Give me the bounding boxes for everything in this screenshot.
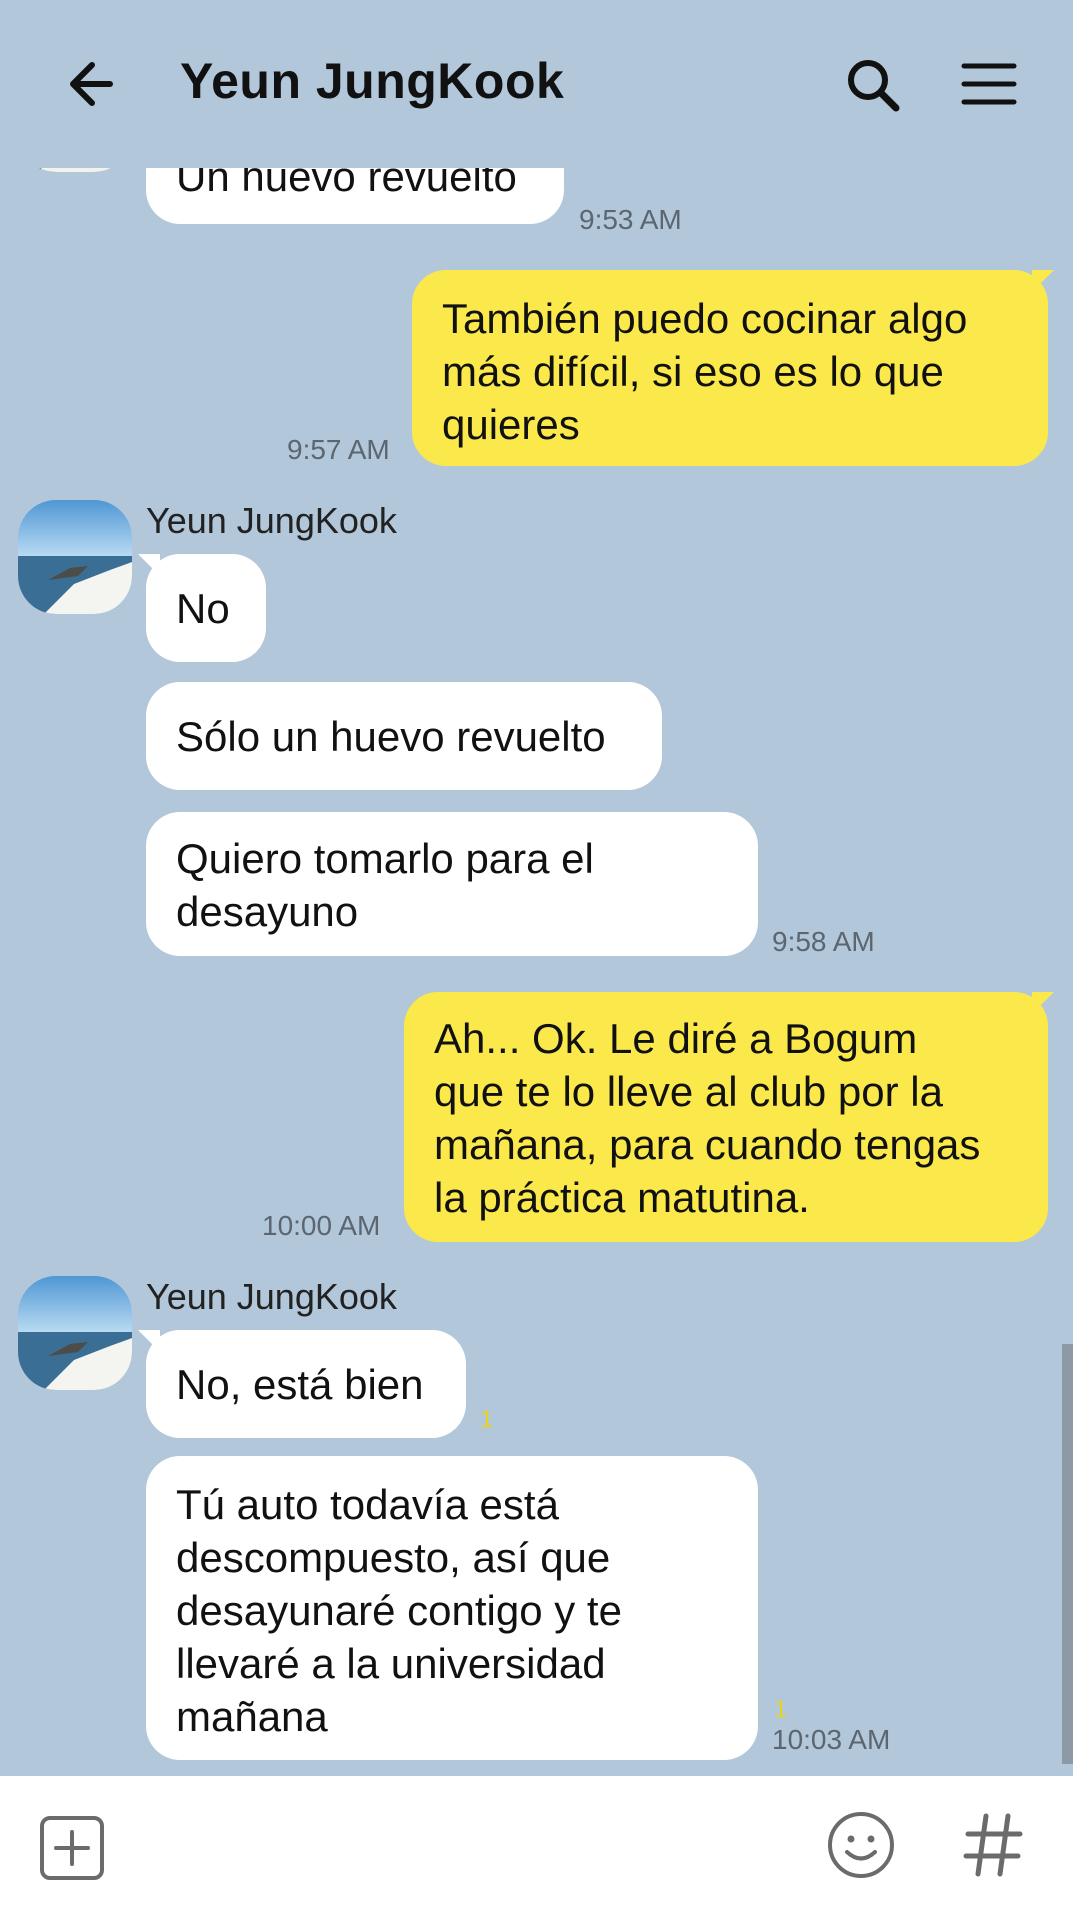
sender-name: Yeun JungKook	[146, 1276, 397, 1317]
message-bubble[interactable]: También puedo cocinar algo más difícil, …	[412, 270, 1048, 466]
unread-count: 1	[774, 1696, 788, 1723]
emoji-icon	[828, 1812, 894, 1878]
message-text: Sólo un huevo revuelto	[176, 713, 606, 760]
message-timestamp: 9:58 AM	[772, 926, 875, 957]
message-bubble[interactable]: Sólo un huevo revuelto	[146, 682, 662, 790]
sender-name: Yeun JungKook	[146, 500, 397, 541]
search-button[interactable]	[836, 48, 916, 128]
emoji-button[interactable]	[824, 1808, 898, 1882]
attach-button[interactable]	[38, 1814, 106, 1882]
message-text: También puedo cocinar algo más difícil, …	[442, 295, 968, 448]
message-text: No	[176, 585, 230, 632]
input-bar	[0, 1776, 1073, 1920]
hashtag-button[interactable]	[962, 1810, 1026, 1880]
hashtag-icon	[963, 1813, 1023, 1877]
message-timestamp: 9:57 AM	[287, 434, 390, 465]
chat-message-list[interactable]: Un huevo revuelto 9:53 AM También puedo …	[0, 150, 1073, 1776]
message-timestamp: 9:53 AM	[579, 204, 682, 235]
message-text: No, está bien	[176, 1361, 424, 1408]
message-timestamp: 10:03 AM	[772, 1724, 891, 1755]
message-timestamp: 10:00 AM	[262, 1210, 381, 1241]
message-bubble[interactable]: No, está bien	[146, 1330, 466, 1438]
chat-header: Yeun JungKook	[0, 0, 1073, 168]
message-bubble[interactable]: Ah... Ok. Le diré a Bogum que te lo llev…	[404, 992, 1048, 1242]
message-bubble[interactable]: Quiero tomarlo para el desayuno	[146, 812, 758, 956]
message-text: Ah... Ok. Le diré a Bogum que te lo llev…	[434, 1015, 981, 1221]
message-text: Quiero tomarlo para el desayuno	[176, 835, 594, 935]
message-bubble[interactable]: No	[146, 554, 266, 662]
message-text: Tú auto todavía está descompuesto, así q…	[176, 1481, 622, 1740]
scrollbar[interactable]	[1062, 1344, 1073, 1764]
plus-box-icon	[40, 1816, 104, 1880]
bubble-tail	[1032, 270, 1054, 292]
bubble-tail	[138, 1330, 160, 1352]
arrow-left-icon	[70, 62, 113, 106]
search-icon	[848, 60, 900, 112]
unread-count: 1	[480, 1406, 494, 1433]
bubble-tail	[138, 554, 160, 576]
bubble-tail	[1032, 992, 1054, 1014]
chat-title: Yeun JungKook	[180, 53, 565, 109]
avatar[interactable]	[18, 1276, 132, 1390]
back-button[interactable]	[56, 48, 136, 128]
message-bubble[interactable]: Tú auto todavía está descompuesto, así q…	[146, 1456, 758, 1760]
avatar[interactable]	[18, 500, 132, 614]
menu-button[interactable]	[950, 48, 1030, 128]
hamburger-menu-icon	[961, 63, 1017, 105]
